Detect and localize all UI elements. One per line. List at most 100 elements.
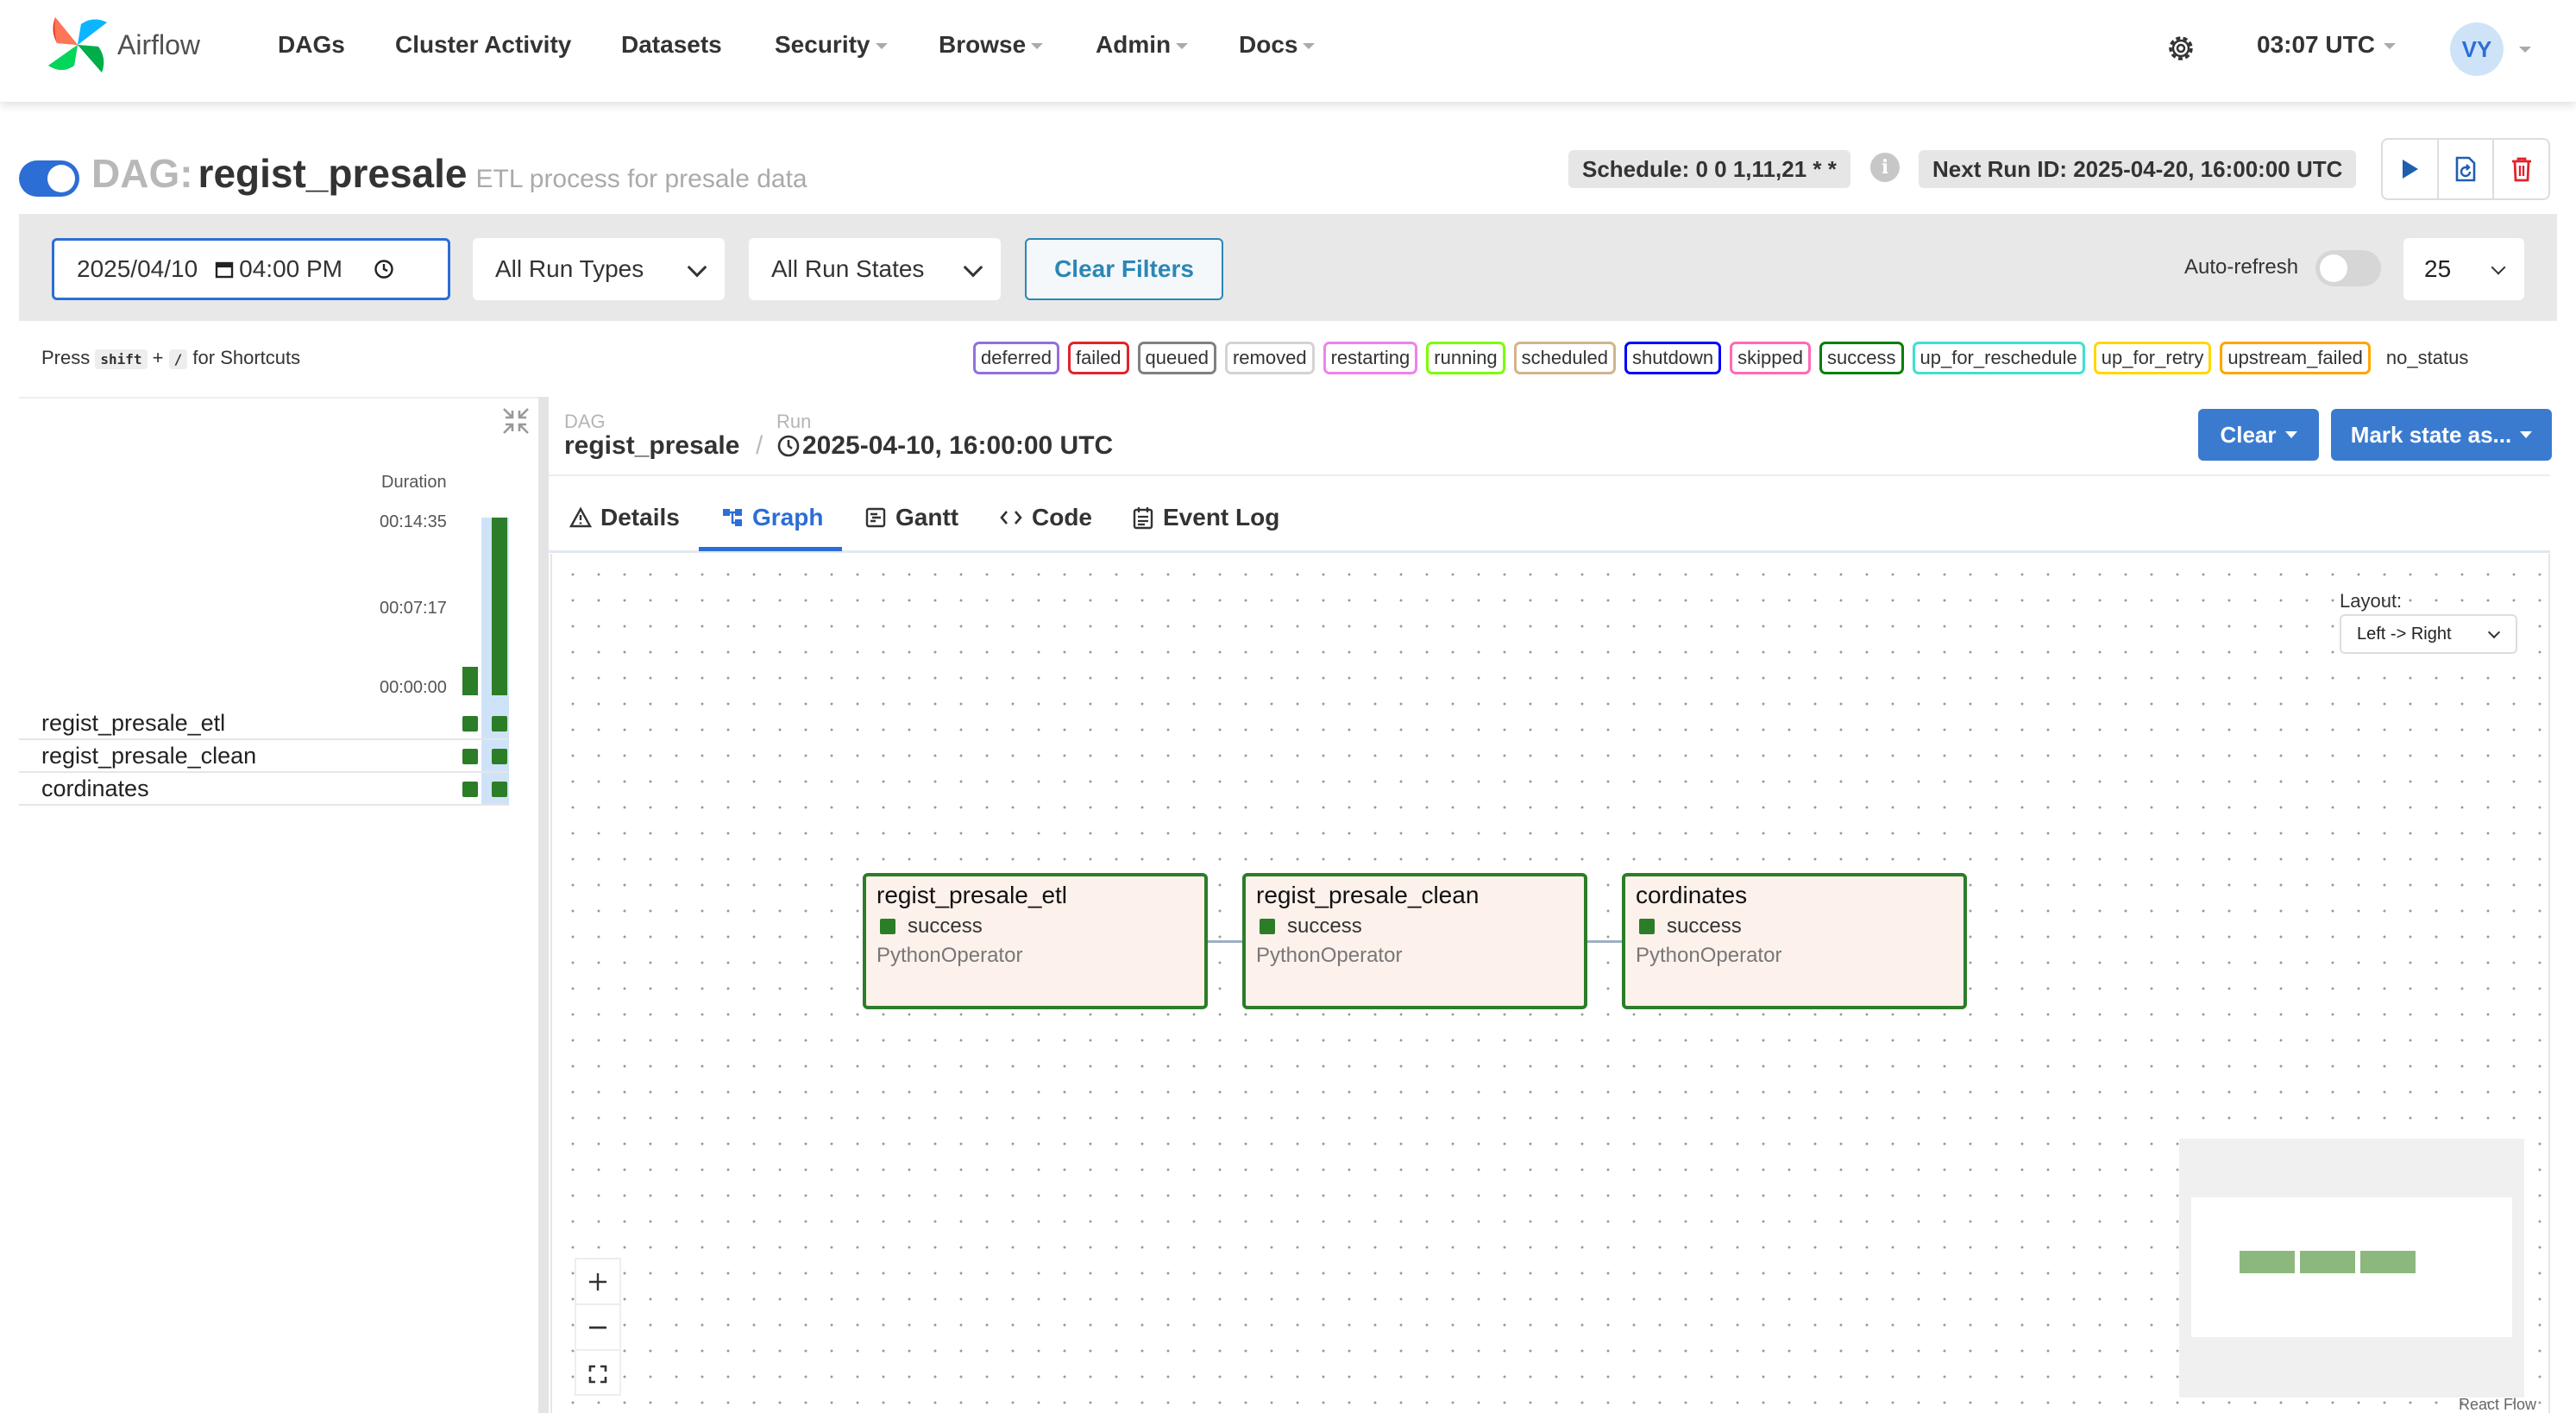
date-value: 2025/04/10 xyxy=(77,255,198,282)
task-node[interactable]: regist_presale_clean success PythonOpera… xyxy=(1242,873,1587,1009)
trigger-dag-button[interactable] xyxy=(2383,140,2439,198)
run-duration-bar[interactable] xyxy=(492,518,507,695)
nav-admin-label: Admin xyxy=(1096,31,1172,58)
caret-down-icon xyxy=(2520,431,2533,438)
info-icon[interactable]: i xyxy=(1870,153,1900,182)
clear-filters-button[interactable]: Clear Filters xyxy=(1025,238,1223,300)
graph-icon xyxy=(723,509,742,526)
nav-cluster-activity[interactable]: Cluster Activity xyxy=(395,31,571,59)
switch-knob xyxy=(2320,254,2347,282)
legend-upstream-failed[interactable]: upstream_failed xyxy=(2220,342,2371,374)
task-name: cordinates xyxy=(41,775,149,801)
task-row[interactable]: cordinates xyxy=(19,773,507,806)
breadcrumb-dag[interactable]: regist_presale xyxy=(564,431,739,461)
nav-datasets[interactable]: Datasets xyxy=(621,31,722,59)
collapse-icon[interactable] xyxy=(500,405,531,436)
zoom-out-button[interactable] xyxy=(576,1305,619,1351)
node-title: regist_presale_clean xyxy=(1256,882,1480,908)
task-name: regist_presale_etl xyxy=(41,709,226,736)
legend-failed[interactable]: failed xyxy=(1067,342,1129,374)
duration-tick-mid: 00:07:17 xyxy=(380,599,447,618)
task-instance-square[interactable] xyxy=(462,716,478,732)
task-node[interactable]: regist_presale_etl success PythonOperato… xyxy=(863,873,1208,1009)
node-state: success xyxy=(876,914,1194,939)
task-instance-square[interactable] xyxy=(492,782,507,797)
legend-running[interactable]: running xyxy=(1426,342,1505,374)
mark-state-button[interactable]: Mark state as... xyxy=(2331,409,2552,461)
tab-code[interactable]: Code xyxy=(999,504,1092,531)
zoom-in-button[interactable] xyxy=(576,1259,619,1305)
tab-graph[interactable]: Graph xyxy=(721,504,823,531)
nav-browse[interactable]: Browse xyxy=(939,31,1044,59)
minimap-node xyxy=(2300,1251,2355,1273)
dag-title: DAG: regist_presale ETL process for presal… xyxy=(91,150,807,197)
nav-admin[interactable]: Admin xyxy=(1096,31,1189,59)
legend-deferred[interactable]: deferred xyxy=(973,342,1059,374)
warning-icon xyxy=(569,506,592,528)
task-instance-square[interactable] xyxy=(462,782,478,797)
dag-actions xyxy=(2381,138,2550,200)
state-legend: deferred failed queued removed restarting run… xyxy=(973,342,2475,374)
nav-docs[interactable]: Docs xyxy=(1239,31,1316,59)
dag-name[interactable]: regist_presale xyxy=(198,151,468,196)
base-date-input[interactable]: 2025/04/10 04:00 PM xyxy=(52,238,450,300)
dag-pause-toggle[interactable] xyxy=(19,160,79,197)
gear-icon[interactable] xyxy=(2164,31,2198,66)
legend-scheduled[interactable]: scheduled xyxy=(1513,342,1616,374)
breadcrumb-run-label: Run xyxy=(776,411,812,432)
dag-description: ETL process for presale data xyxy=(475,165,807,193)
clock-menu[interactable]: 03:07 UTC xyxy=(2257,31,2396,59)
reparse-dag-button[interactable] xyxy=(2439,140,2495,198)
shortcut-hint: Press shift + / for Shortcuts xyxy=(41,347,300,369)
task-node[interactable]: cordinates success PythonOperator xyxy=(1622,873,1967,1009)
legend-success[interactable]: success xyxy=(1819,342,1904,374)
nav-security[interactable]: Security xyxy=(775,31,888,59)
task-row[interactable]: regist_presale_etl xyxy=(19,707,507,740)
code-icon xyxy=(1000,511,1022,524)
legend-skipped[interactable]: skipped xyxy=(1730,342,1812,374)
airflow-logo[interactable]: Airflow xyxy=(45,12,200,78)
node-title: regist_presale_etl xyxy=(876,882,1068,908)
legend-shutdown[interactable]: shutdown xyxy=(1624,342,1722,374)
calendar-icon[interactable] xyxy=(215,260,234,279)
graph-edge xyxy=(1208,940,1246,943)
caret-down-icon[interactable] xyxy=(2519,47,2531,53)
legend-queued[interactable]: queued xyxy=(1137,342,1216,374)
tabs-divider xyxy=(549,550,2550,553)
shortcut-key-shift: shift xyxy=(95,349,148,369)
legend-restarting[interactable]: restarting xyxy=(1323,342,1418,374)
breadcrumb-run[interactable]: 2025-04-10, 16:00:00 UTC xyxy=(776,431,1113,461)
legend-removed[interactable]: removed xyxy=(1224,342,1315,374)
run-state-select[interactable]: All Run States xyxy=(749,238,1001,300)
chevron-down-icon xyxy=(963,257,983,278)
tab-details[interactable]: Details xyxy=(569,504,680,531)
tab-gantt[interactable]: Gantt xyxy=(864,504,958,531)
layout-select[interactable]: Left -> Right xyxy=(2340,614,2517,654)
run-duration-bar[interactable] xyxy=(462,667,478,695)
run-type-select[interactable]: All Run Types xyxy=(473,238,725,300)
delete-dag-button[interactable] xyxy=(2494,140,2548,198)
task-instance-square[interactable] xyxy=(462,749,478,764)
panel-resize-handle[interactable] xyxy=(538,397,549,1413)
clock-icon[interactable] xyxy=(374,259,394,279)
autorefresh-switch[interactable] xyxy=(2315,250,2381,286)
react-flow-attribution[interactable]: React Flow xyxy=(2459,1396,2536,1413)
minimap[interactable] xyxy=(2179,1139,2524,1397)
task-instance-square[interactable] xyxy=(492,716,507,732)
pinwheel-icon xyxy=(48,17,107,72)
legend-up-for-reschedule[interactable]: up_for_reschedule xyxy=(1912,342,2085,374)
fit-view-button[interactable] xyxy=(576,1351,619,1397)
legend-no-status[interactable]: no_status xyxy=(2379,342,2475,374)
task-row[interactable]: regist_presale_clean xyxy=(19,740,507,773)
num-runs-select[interactable]: 25 xyxy=(2403,238,2524,300)
task-instance-square[interactable] xyxy=(492,749,507,764)
tab-event-log[interactable]: Event Log xyxy=(1132,504,1279,531)
chevron-down-icon xyxy=(687,257,707,278)
nav-dags[interactable]: DAGs xyxy=(278,31,345,59)
legend-up-for-retry[interactable]: up_for_retry xyxy=(2093,342,2212,374)
calendar-log-icon xyxy=(1133,507,1153,530)
nav-security-label: Security xyxy=(775,31,870,58)
time-value: 04:00 PM xyxy=(239,255,342,282)
clear-task-button[interactable]: Clear xyxy=(2198,409,2319,461)
user-avatar[interactable]: VY xyxy=(2450,22,2504,76)
